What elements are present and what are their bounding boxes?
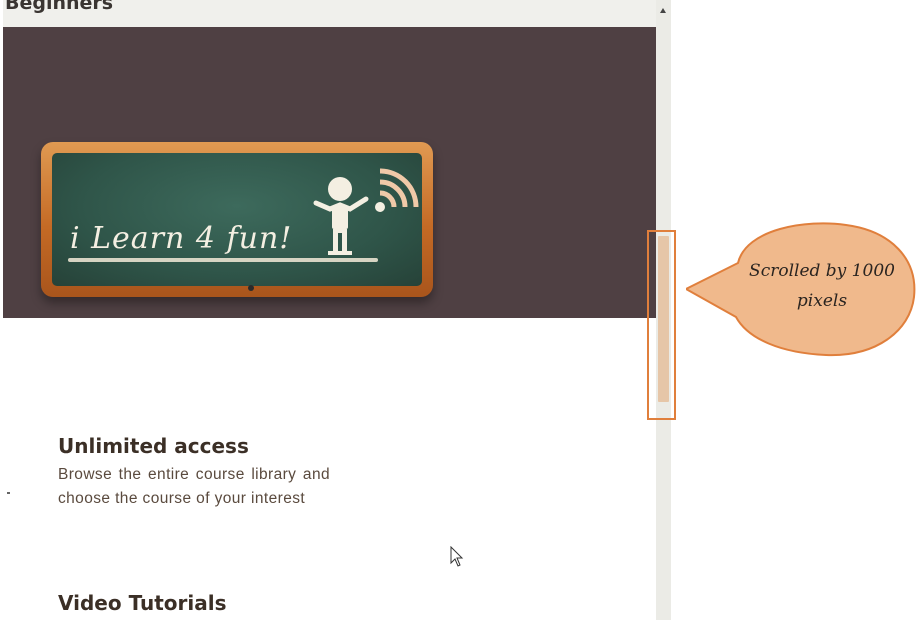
stray-mark: [7, 492, 10, 494]
top-header-strip: Beginners: [3, 0, 656, 27]
feature-title: Video Tutorials: [58, 591, 227, 615]
callout-text: Scrolled by 1000 pixels: [749, 261, 895, 311]
wifi-icon: [375, 168, 419, 212]
hero-banner: i Learn 4 fun!: [3, 27, 656, 318]
scroll-up-arrow-icon[interactable]: [660, 8, 666, 13]
mouse-cursor-icon: [450, 546, 464, 567]
feature-unlimited-access: Unlimited access Browse the entire cours…: [58, 433, 330, 511]
chalk-underline: [68, 258, 378, 262]
feature-title: Unlimited access: [58, 434, 249, 458]
scroll-thumb-highlight-box: [647, 230, 676, 420]
browser-viewport[interactable]: Beginners i Learn 4 fun! Unlimited acces…: [3, 0, 656, 620]
feature-video-tutorials: Video Tutorials: [58, 590, 330, 616]
chalkboard-nail: [248, 285, 254, 291]
feature-description: Browse the entire course library and cho…: [58, 466, 330, 507]
logo-chalkboard: i Learn 4 fun!: [41, 142, 433, 297]
chalkboard-surface: i Learn 4 fun!: [52, 153, 422, 286]
logo-text: i Learn 4 fun!: [70, 221, 293, 256]
section-heading: Beginners: [5, 0, 114, 14]
